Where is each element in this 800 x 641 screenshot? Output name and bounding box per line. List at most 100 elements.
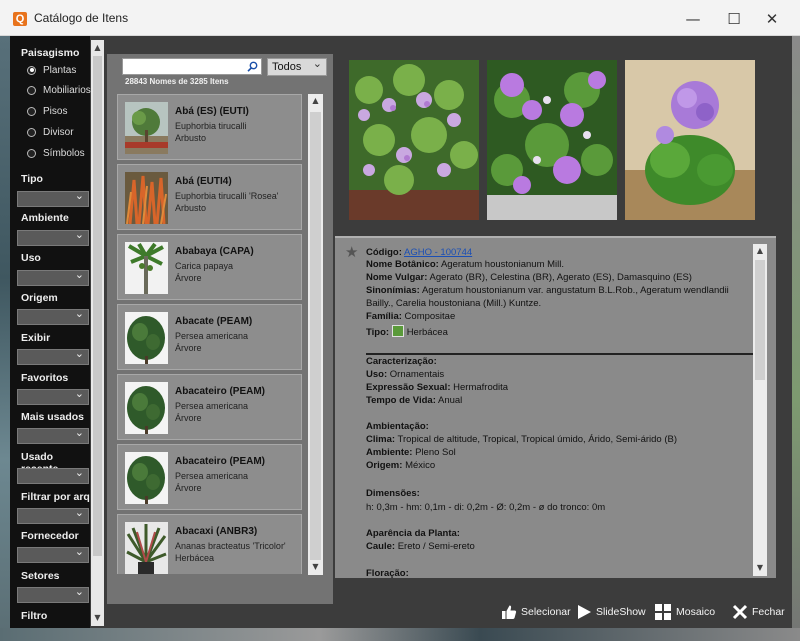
- radio-circle[interactable]: [27, 85, 36, 95]
- item-name: Abacate (PEAM): [175, 316, 253, 327]
- detail-scroll-up-icon[interactable]: ▲: [753, 244, 767, 258]
- selecionar-label: Selecionar: [521, 606, 571, 618]
- radio-circle[interactable]: [27, 127, 36, 137]
- list-item[interactable]: Abacate (PEAM) Persea americana Árvore: [117, 304, 302, 370]
- detail-codigo: Código: AGHO - 100744: [366, 247, 473, 258]
- filter-mais-usados-label: Mais usados: [21, 411, 85, 423]
- filter-por-arquivo-select[interactable]: [17, 506, 89, 524]
- list-scroll-up-icon[interactable]: ▲: [308, 94, 323, 108]
- filter-filtro-label: Filtro: [21, 610, 48, 622]
- detail-dimensoes-heading: Dimensões:: [366, 488, 420, 499]
- item-name: Abá (EUTI4): [175, 176, 232, 187]
- radio-circle[interactable]: [27, 65, 36, 75]
- search-icon[interactable]: [247, 61, 258, 72]
- detail-caracterizacao-heading: Caracterização:: [366, 356, 437, 367]
- filter-exibir-select[interactable]: [17, 347, 89, 365]
- filter-exibir-label: Exibir: [21, 332, 51, 344]
- slideshow-button[interactable]: SlideShow: [576, 601, 646, 623]
- background-desktop-bottom: [0, 628, 800, 641]
- filter-ambiente-select[interactable]: [17, 228, 89, 246]
- plant-photo-3[interactable]: [625, 60, 755, 220]
- filter-tipo-label: Tipo: [21, 173, 43, 185]
- item-type: Árvore: [175, 343, 202, 353]
- list-item[interactable]: Abá (ES) (EUTI) Euphorbia tirucalli Arbu…: [117, 94, 302, 160]
- category-filter-value: Todos: [272, 61, 302, 73]
- item-type: Herbácea: [175, 553, 215, 563]
- minimize-button[interactable]: —: [678, 8, 708, 30]
- maximize-button[interactable]: ☐: [719, 8, 749, 30]
- selecionar-button[interactable]: Selecionar: [501, 601, 571, 623]
- filter-tipo-select[interactable]: [17, 189, 89, 207]
- detail-origem: Origem: México: [366, 460, 436, 471]
- item-type: Árvore: [175, 413, 202, 423]
- sidebar-scroll-thumb[interactable]: [93, 56, 102, 556]
- filter-setores-select[interactable]: [17, 585, 89, 603]
- item-thumbnail: [125, 522, 168, 574]
- item-botanical-name: Persea americana: [175, 401, 249, 411]
- radio-plantas[interactable]: Plantas: [27, 63, 76, 77]
- list-item[interactable]: Ababaya (CAPA) Carica papaya Árvore: [117, 234, 302, 300]
- item-type: Árvore: [175, 273, 202, 283]
- sidebar-scroll-down-icon[interactable]: ▼: [91, 611, 104, 625]
- item-thumbnail: [125, 452, 168, 504]
- fechar-button[interactable]: Fechar: [732, 601, 785, 623]
- item-thumbnail: [125, 172, 168, 224]
- list-item[interactable]: Abá (EUTI4) Euphorbia tirucalli 'Rosea' …: [117, 164, 302, 230]
- codigo-link[interactable]: AGHO - 100744: [404, 247, 472, 258]
- favorite-star-icon[interactable]: ★: [345, 243, 358, 261]
- plant-photo-2[interactable]: [487, 60, 617, 220]
- thumbs-up-icon: [502, 605, 517, 619]
- filter-origem-select[interactable]: [17, 307, 89, 325]
- detail-floracao-heading: Floração:: [366, 568, 409, 579]
- item-botanical-name: Euphorbia tirucalli 'Rosea': [175, 191, 279, 201]
- filter-uso-select[interactable]: [17, 268, 89, 286]
- filter-uso-label: Uso: [21, 252, 41, 264]
- radio-mobiliarios[interactable]: Mobiliarios: [27, 83, 91, 97]
- item-name: Abacateiro (PEAM): [175, 456, 266, 467]
- window-title: Catálogo de Itens: [34, 11, 129, 25]
- radio-label: Símbolos: [43, 147, 85, 159]
- item-thumbnail: [125, 242, 168, 294]
- detail-scroll-thumb[interactable]: [755, 260, 765, 380]
- plant-photo-1[interactable]: [349, 60, 479, 220]
- search-input[interactable]: [122, 58, 262, 75]
- filter-mais-usados-select[interactable]: [17, 426, 89, 444]
- detail-ambientacao-heading: Ambientação:: [366, 421, 429, 432]
- background-desktop-left: [0, 36, 10, 641]
- item-name: Abacaxi (ANBR3): [175, 526, 258, 537]
- app-logo-icon: Q: [13, 12, 27, 26]
- radio-simbolos[interactable]: Símbolos: [27, 146, 85, 160]
- filter-usado-recente-select[interactable]: [17, 466, 89, 484]
- list-scroll-thumb[interactable]: [310, 112, 321, 560]
- detail-aparencia-heading: Aparência da Planta:: [366, 528, 460, 539]
- sidebar-scroll-up-icon[interactable]: ▲: [91, 41, 104, 55]
- item-botanical-name: Carica papaya: [175, 261, 234, 271]
- item-name: Abacateiro (PEAM): [175, 386, 266, 397]
- radio-label: Divisor: [43, 126, 74, 138]
- category-filter-select[interactable]: Todos: [267, 57, 327, 76]
- slideshow-label: SlideShow: [596, 606, 646, 618]
- radio-circle[interactable]: [27, 106, 36, 116]
- detail-familia: Família: Compositae: [366, 311, 456, 322]
- catalog-main-panel: Paisagismo Plantas Mobiliarios Pisos Div…: [10, 36, 792, 628]
- radio-label: Pisos: [43, 105, 68, 117]
- list-item[interactable]: Abacaxi (ANBR3) Ananas bracteatus 'Trico…: [117, 514, 302, 574]
- filter-setores-label: Setores: [21, 570, 60, 582]
- list-scroll-down-icon[interactable]: ▼: [308, 560, 323, 574]
- item-type: Arbusto: [175, 203, 207, 213]
- detail-separator: [366, 353, 753, 355]
- detail-tipo: Tipo: Herbácea: [366, 325, 448, 338]
- item-thumbnail: [125, 102, 168, 154]
- detail-nome-botanico: Nome Botânico: Ageratum houstonianum Mil…: [366, 259, 565, 270]
- close-window-button[interactable]: ✕: [757, 8, 787, 30]
- mosaico-button[interactable]: Mosaico: [654, 601, 715, 623]
- filter-fornecedor-select[interactable]: [17, 545, 89, 563]
- radio-pisos[interactable]: Pisos: [27, 104, 67, 118]
- filter-favoritos-select[interactable]: [17, 387, 89, 405]
- detail-scroll-down-icon[interactable]: ▼: [753, 561, 767, 575]
- radio-circle[interactable]: [27, 148, 36, 158]
- list-item[interactable]: Abacateiro (PEAM) Persea americana Árvor…: [117, 444, 302, 510]
- list-item[interactable]: Abacateiro (PEAM) Persea americana Árvor…: [117, 374, 302, 440]
- radio-divisor[interactable]: Divisor: [27, 125, 74, 139]
- detail-sinonimias: Sinonímias: Ageratum houstonianum var. a…: [366, 285, 729, 296]
